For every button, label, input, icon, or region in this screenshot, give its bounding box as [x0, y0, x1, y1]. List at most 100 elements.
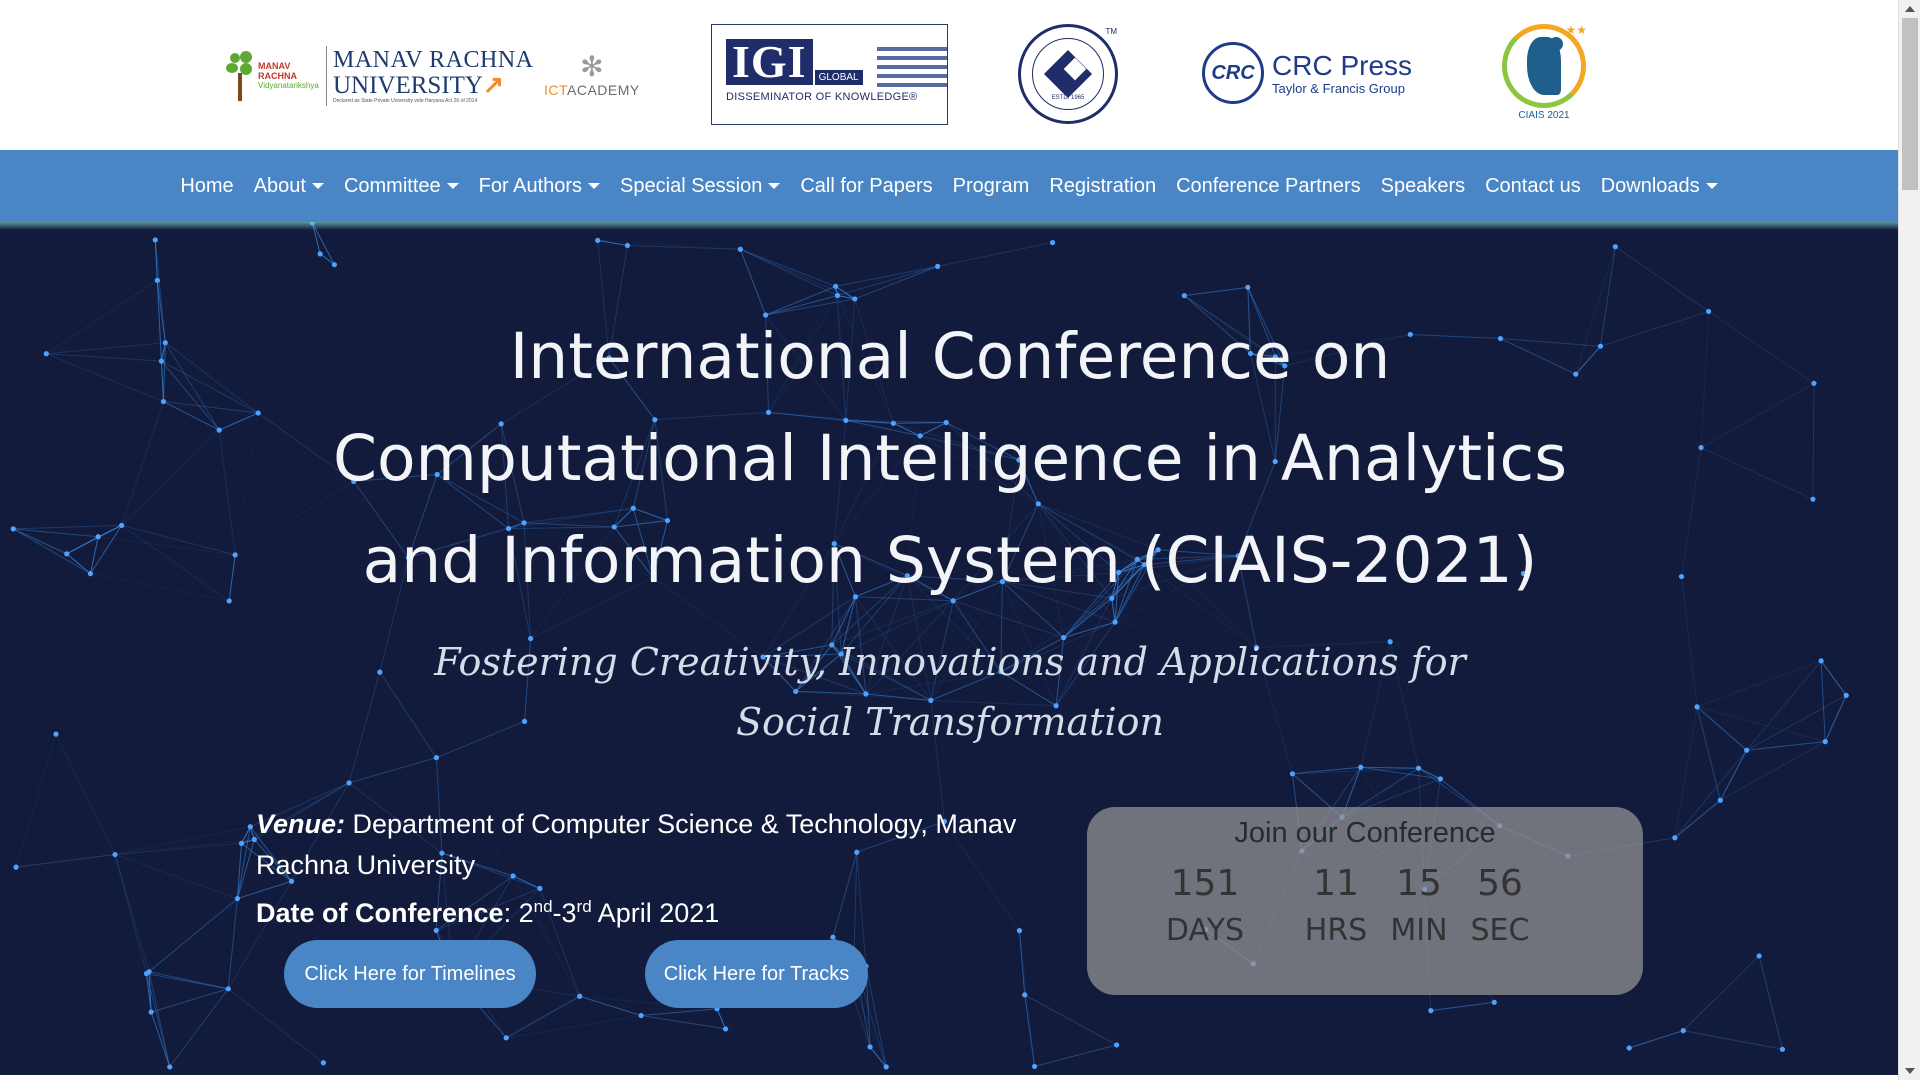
ciais-logo[interactable]: ★★ CIAIS 2021	[1498, 23, 1590, 126]
network-line	[348, 671, 381, 784]
network-node	[10, 526, 16, 532]
nav-item-home[interactable]: Home	[170, 175, 243, 198]
countdown-unit: HRS	[1304, 913, 1368, 948]
network-node	[433, 755, 439, 761]
network-line	[1024, 994, 1036, 1067]
nav-item-conference-partners[interactable]: Conference Partners	[1166, 175, 1371, 198]
scroll-up-icon[interactable]	[1905, 6, 1915, 12]
csi-tm: TM	[1105, 27, 1117, 36]
nav-item-contact-us[interactable]: Contact us	[1475, 175, 1591, 198]
crc-sub: Taylor & Francis Group	[1272, 80, 1405, 96]
hero-section: International Conference on Computationa…	[0, 222, 1898, 1075]
igi-global-logo[interactable]: IGI GLOBAL DISSEMINATOR OF KNOWLEDGE®	[711, 24, 948, 125]
network-line	[150, 1011, 171, 1068]
nav-item-label: Home	[180, 174, 234, 197]
network-node	[1049, 239, 1056, 246]
nav-item-label: Conference Partners	[1176, 174, 1361, 197]
network-node	[577, 993, 583, 999]
timelines-button[interactable]: Click Here for Timelines	[284, 940, 536, 1008]
tree-icon	[226, 51, 254, 101]
csi-logo[interactable]: TM ESTD. 1965	[1018, 24, 1118, 124]
scrollbar-thumb[interactable]	[1902, 18, 1918, 190]
network-node	[1491, 999, 1497, 1005]
network-node	[722, 1026, 729, 1032]
network-node	[1181, 293, 1187, 299]
nav-item-for-authors[interactable]: For Authors	[469, 175, 610, 198]
ict-academy-logo[interactable]: ✻ ICTACADEMY	[544, 50, 640, 99]
countdown-unit: SEC	[1470, 913, 1530, 948]
scrollbar[interactable]	[1898, 0, 1920, 1080]
network-node	[216, 427, 222, 433]
network-node	[1672, 835, 1678, 841]
title-line-1: International Conference on	[509, 320, 1391, 393]
network-line	[740, 248, 836, 287]
network-node	[53, 731, 59, 737]
ict-flower-icon: ✻	[580, 50, 604, 83]
network-line	[121, 401, 164, 526]
nav-item-downloads[interactable]: Downloads	[1591, 175, 1728, 198]
network-node	[1706, 308, 1712, 315]
network-line	[90, 554, 236, 575]
network-node	[1811, 380, 1817, 386]
network-line	[164, 342, 259, 414]
network-line	[46, 342, 166, 355]
network-node	[247, 824, 253, 830]
nav-item-call-for-papers[interactable]: Call for Papers	[790, 175, 942, 198]
network-line	[228, 554, 236, 601]
network-line	[218, 430, 236, 555]
nav-item-label: Registration	[1049, 174, 1157, 197]
tracks-button[interactable]: Click Here for Tracks	[645, 940, 868, 1008]
venue-label: Venue:	[256, 809, 346, 839]
nav-item-special-session[interactable]: Special Session	[610, 175, 790, 198]
crc-press-logo[interactable]: CRC CRC Press Taylor & Francis Group	[1202, 42, 1412, 104]
network-line	[1746, 694, 1847, 751]
network-line	[66, 553, 91, 575]
network-line	[1700, 311, 1710, 448]
network-node	[148, 1009, 154, 1015]
network-node	[503, 1035, 509, 1041]
crc-name: CRC Press	[1272, 49, 1413, 81]
network-line	[121, 524, 230, 602]
network-node	[638, 1012, 644, 1019]
nav-item-committee[interactable]: Committee	[334, 175, 469, 198]
scroll-down-icon[interactable]	[1905, 1068, 1915, 1074]
nav-item-about[interactable]: About	[244, 175, 334, 198]
network-node	[167, 1064, 173, 1070]
network-node	[737, 246, 743, 252]
igi-global-label: GLOBAL	[814, 70, 863, 85]
network-line	[97, 536, 230, 602]
network-line	[1683, 1030, 1783, 1050]
network-node	[1717, 797, 1723, 803]
network-line	[66, 536, 99, 555]
network-line	[1708, 311, 1815, 384]
mr-name-line2: UNIVERSITY	[333, 71, 483, 99]
caret-down-icon	[311, 183, 324, 189]
network-line	[1681, 447, 1702, 577]
network-line	[1700, 447, 1814, 500]
network-line	[937, 242, 1053, 267]
network-node	[13, 864, 19, 870]
manav-rachna-logo[interactable]: MANAV RACHNA Vidyanatarikshya MANAV RACH…	[226, 42, 533, 110]
network-node	[154, 277, 160, 283]
network-line	[725, 1028, 871, 1048]
countdown-seconds: 56 SEC	[1465, 859, 1535, 953]
caret-down-icon	[446, 183, 459, 189]
network-node	[1744, 747, 1750, 753]
date-label: Date of Conference	[256, 898, 504, 928]
network-line	[1700, 382, 1815, 449]
countdown-unit: MIN	[1390, 913, 1448, 948]
nav-item-registration[interactable]: Registration	[1039, 175, 1166, 198]
countdown-days: 151 DAYS	[1165, 859, 1245, 953]
network-node	[833, 283, 839, 289]
nav-item-label: Program	[952, 174, 1030, 197]
network-line	[1024, 994, 1117, 1046]
network-node	[1680, 1028, 1686, 1034]
nav-item-program[interactable]: Program	[943, 175, 1040, 198]
network-node	[152, 237, 158, 243]
network-line	[169, 988, 229, 1068]
network-line	[161, 360, 259, 414]
network-node	[317, 251, 323, 257]
nav-item-label: Committee	[343, 174, 441, 197]
nav-item-speakers[interactable]: Speakers	[1371, 175, 1476, 198]
nav-item-label: Contact us	[1485, 174, 1581, 197]
